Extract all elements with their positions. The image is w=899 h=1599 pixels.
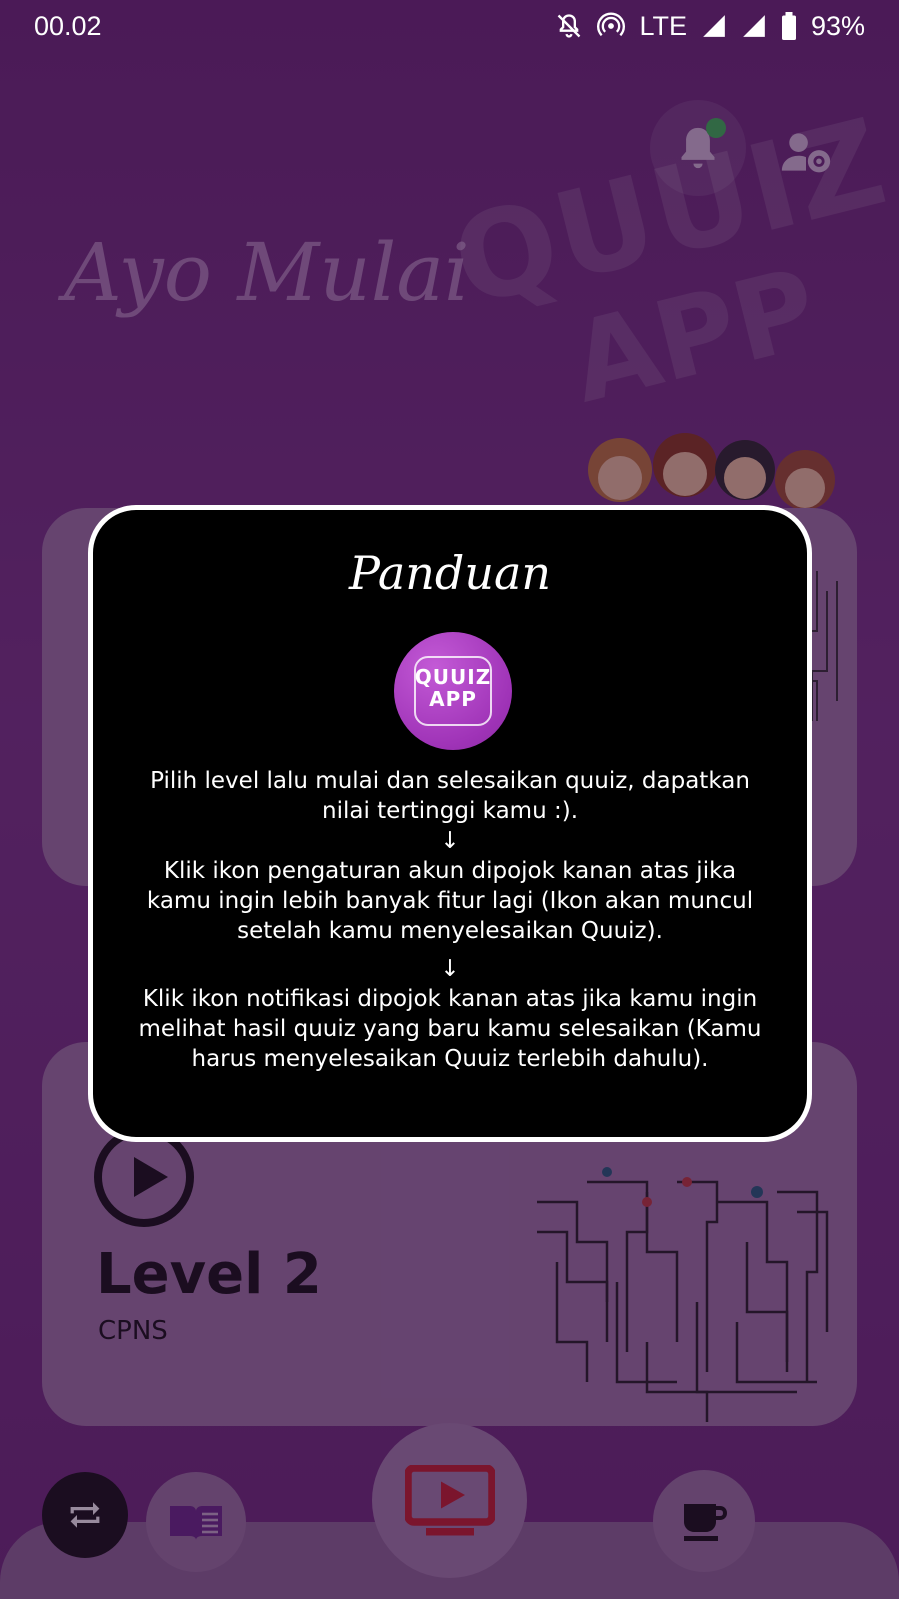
guide-paragraph-3: Klik ikon notifikasi dipojok kanan atas … [138,986,762,1072]
dialog-body: Pilih level lalu mulai dan selesaikan qu… [133,766,767,1074]
signal-icon [703,15,725,37]
status-icons: LTE 93% [555,11,865,42]
logo-line-1: QUUIZ [414,665,492,689]
battery-level: 93% [810,10,865,41]
hotspot-icon [597,12,626,37]
guide-dialog: Panduan QUUIZ APP Pilih level lalu mulai… [88,505,812,1142]
status-time: 00.02 [34,10,102,41]
down-arrow-1: ↓ [440,828,460,854]
signal-icon-2 [743,15,765,37]
quuiz-app-logo: QUUIZ APP [394,632,512,750]
mute-icon [558,14,581,38]
network-type: LTE [639,10,687,41]
logo-line-2: APP [429,687,477,711]
logo-text: QUUIZ APP [394,666,512,710]
down-arrow-2: ↓ [440,956,460,982]
status-bar: 00.02 LTE 93% [0,0,899,52]
guide-paragraph-2: Klik ikon pengaturan akun dipojok kanan … [146,858,754,944]
guide-paragraph-1: Pilih level lalu mulai dan selesaikan qu… [150,768,750,824]
dialog-title: Panduan [348,546,552,600]
battery-icon [781,12,796,40]
